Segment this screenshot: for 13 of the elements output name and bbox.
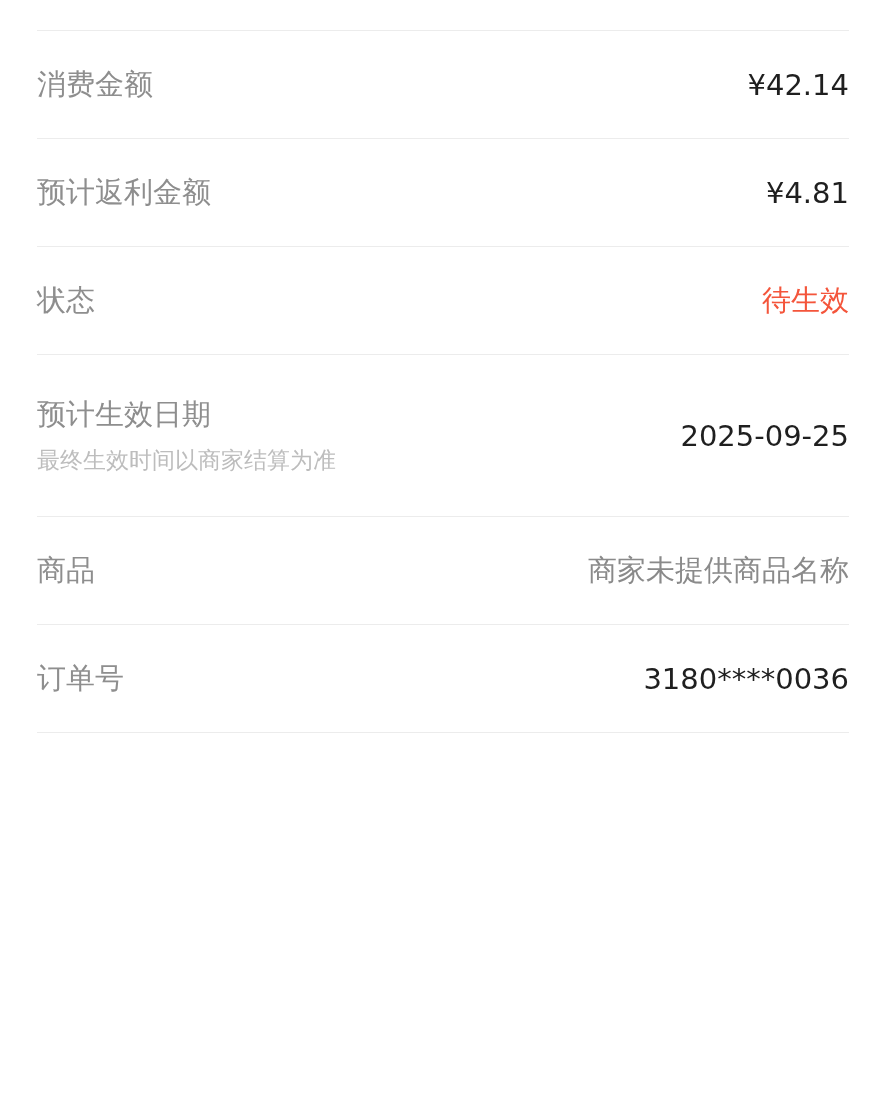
status-value: 待生效: [762, 281, 849, 319]
row-label: 预计生效日期: [37, 396, 212, 433]
row-label: 状态: [37, 281, 95, 319]
row-label: 商品: [37, 551, 95, 589]
row-value: 2025-09-25: [680, 418, 849, 453]
row-note: 最终生效时间以商家结算为准: [37, 446, 336, 475]
row-value: ¥42.14: [747, 67, 849, 102]
row-label: 订单号: [37, 659, 124, 697]
row-value: ¥4.81: [765, 175, 849, 210]
row-value: 商家未提供商品名称: [588, 551, 849, 589]
row-value: 3180****0036: [643, 661, 849, 696]
row-label: 消费金额: [37, 65, 153, 103]
row-label: 预计返利金额: [37, 173, 211, 211]
